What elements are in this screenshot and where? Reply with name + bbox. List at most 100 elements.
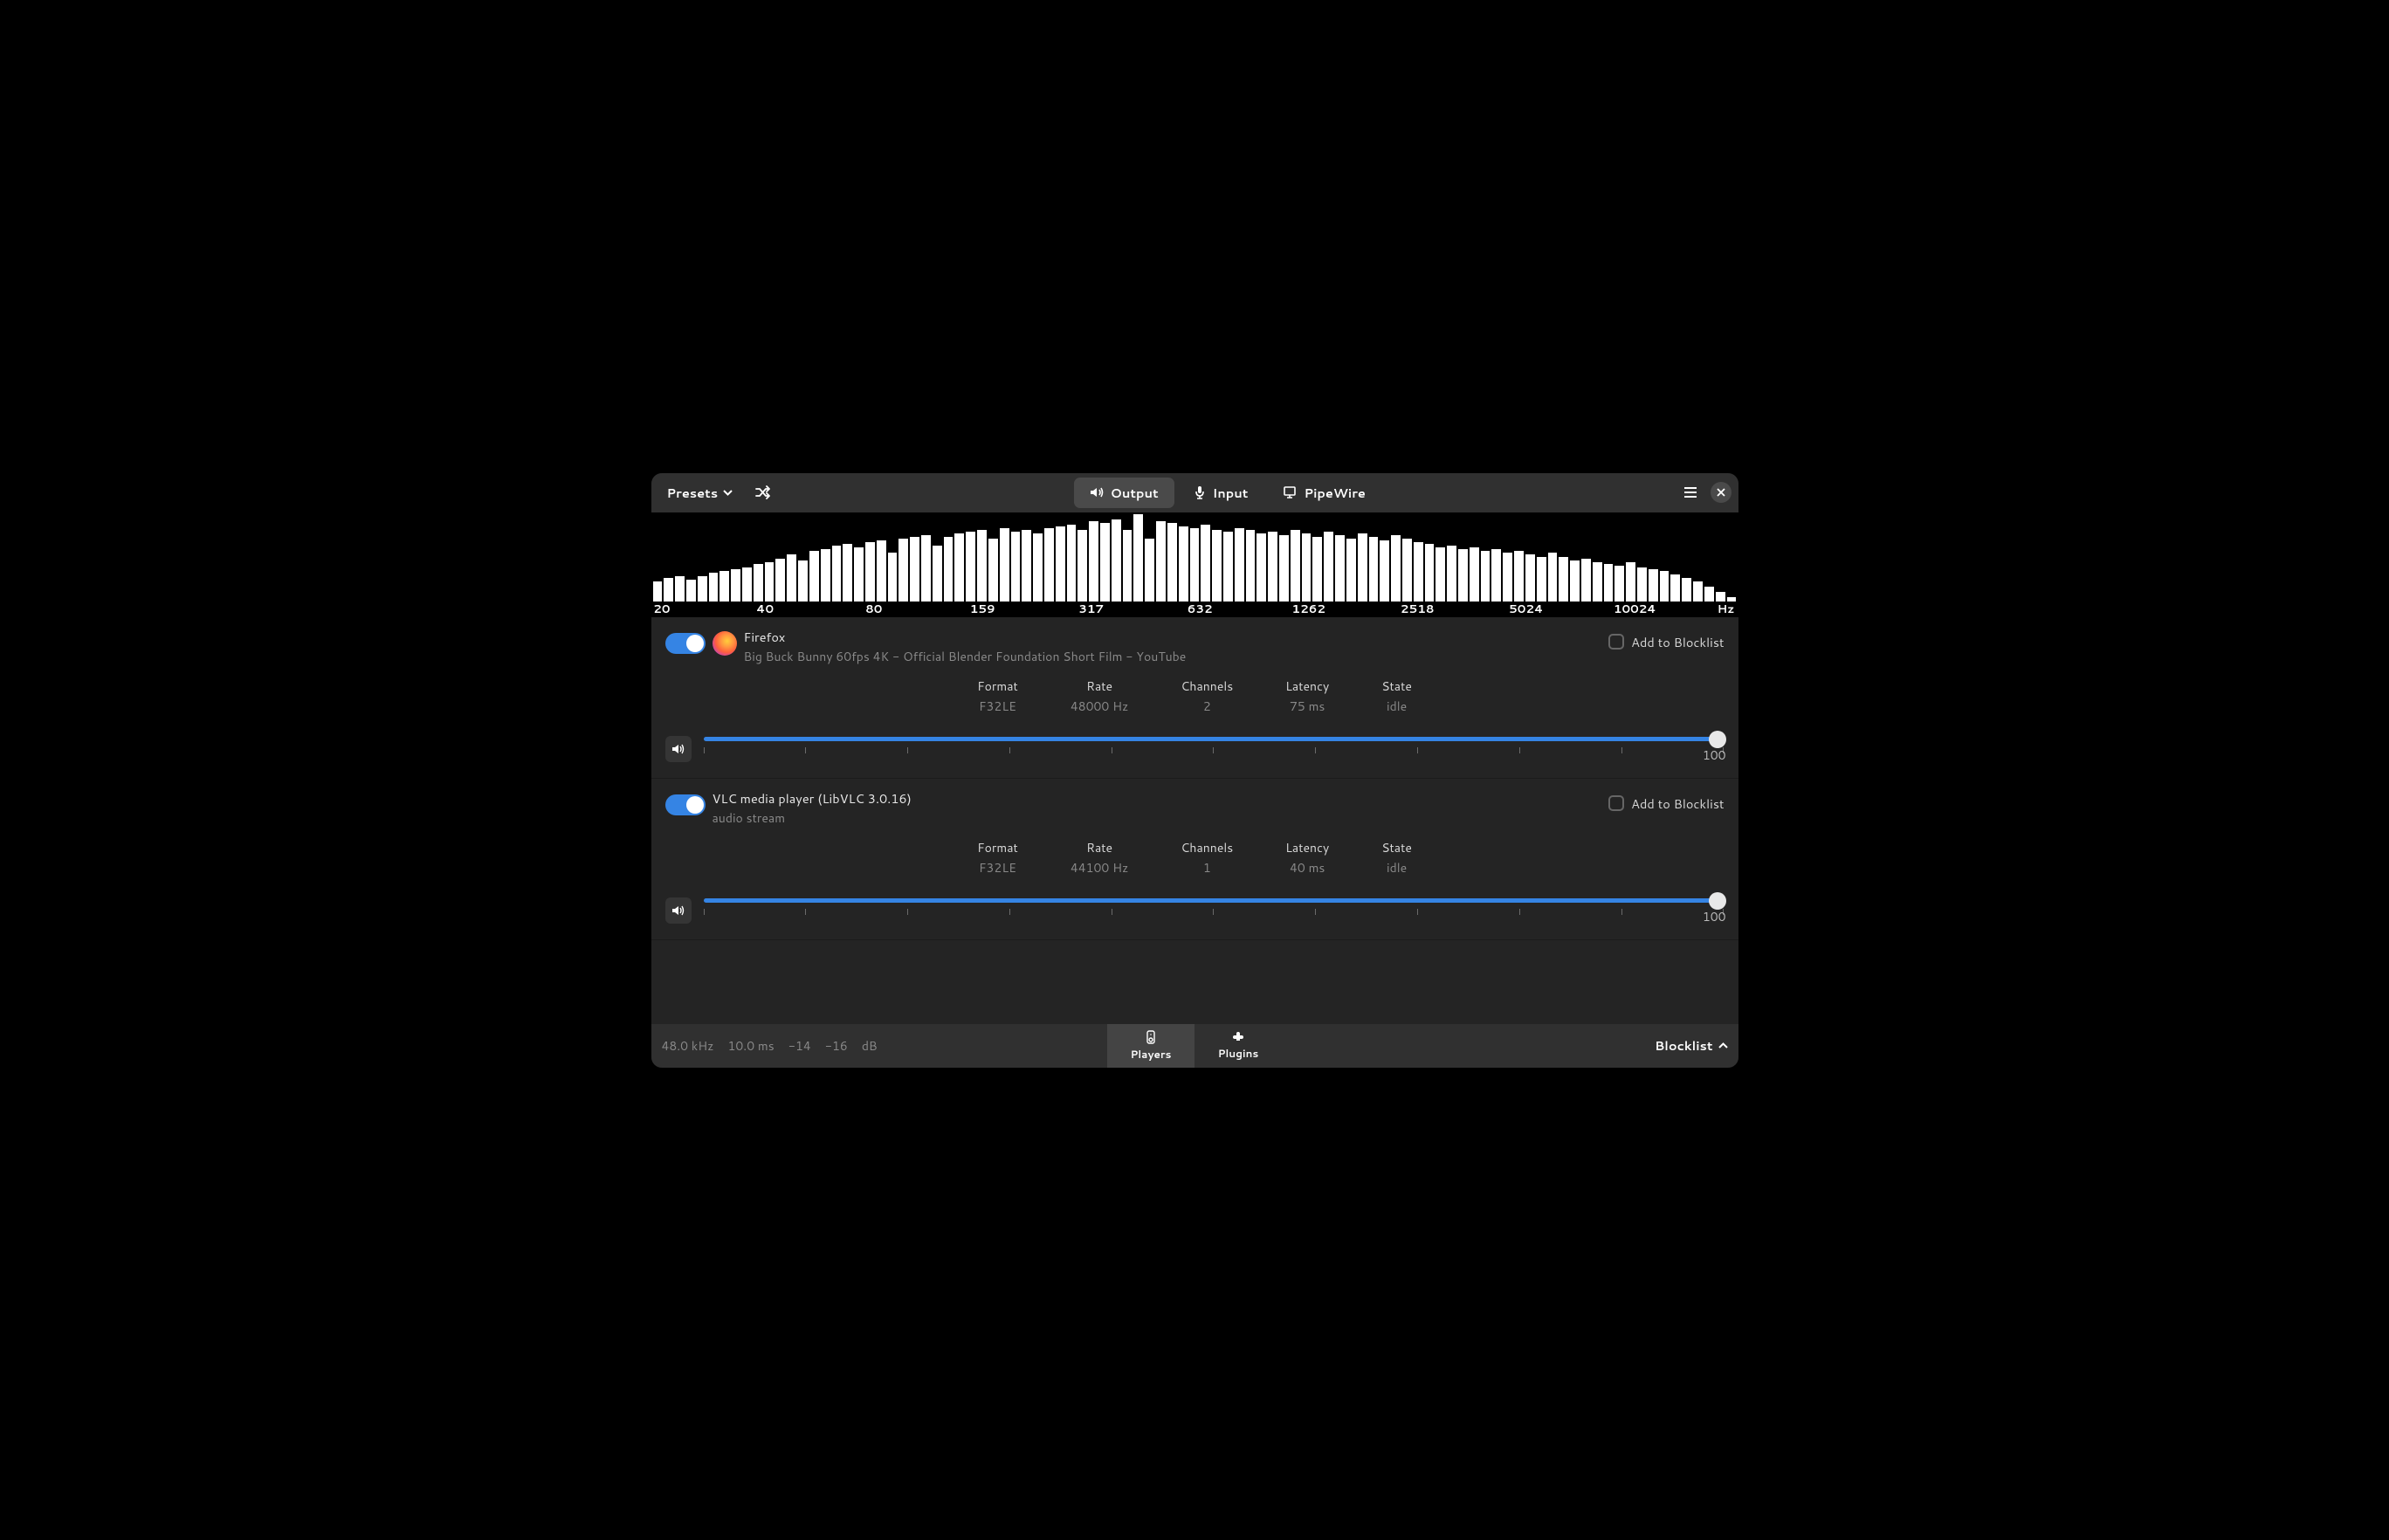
spectrum-bar: [1470, 547, 1479, 601]
spectrum-bar: [742, 567, 752, 602]
spectrum-bar: [1704, 587, 1714, 601]
spectrum-bar: [1481, 551, 1491, 601]
spectrum-bar: [888, 553, 898, 601]
players-list: Firefox Big Buck Bunny 60fps 4K - Offici…: [651, 617, 1738, 940]
spectrum-bar: [1380, 540, 1389, 601]
spectrum-bar: [1369, 537, 1379, 601]
spectrum-bar: [775, 559, 785, 602]
freq-label: 40: [756, 601, 774, 617]
volume-slider[interactable]: 100: [704, 737, 1725, 760]
blocklist-checkbox-label: Add to Blocklist: [1631, 633, 1724, 651]
presets-label: Presets: [667, 484, 719, 502]
spectrum-bar: [821, 549, 830, 601]
footer-tab-players[interactable]: Players: [1107, 1024, 1194, 1068]
spectrum-bar: [787, 554, 796, 601]
spectrum-bar: [1133, 514, 1143, 602]
spectrum-bar: [1256, 533, 1266, 602]
spectrum-bar: [854, 547, 864, 601]
player-enable-toggle[interactable]: [665, 794, 706, 815]
stat-rate-value: 48000 Hz: [1071, 698, 1129, 715]
checkbox-icon: [1608, 795, 1624, 811]
speaker-output-icon: [1090, 486, 1104, 498]
spectrum-bar: [1570, 560, 1580, 602]
spectrum-bar: [1581, 559, 1591, 602]
plugins-icon: [1232, 1031, 1244, 1043]
footer-tab-plugins[interactable]: Plugins: [1194, 1024, 1282, 1068]
spectrum-bar: [921, 535, 931, 601]
spectrum-bar: [1670, 574, 1680, 602]
volume-icon: [671, 743, 685, 755]
slider-thumb[interactable]: [1709, 892, 1726, 910]
spectrum-bar: [1559, 557, 1568, 602]
spectrum-bar: [1033, 533, 1043, 602]
freq-label: 5024: [1509, 601, 1543, 617]
player-name: VLC media player (LibVLC 3.0.16): [713, 789, 1609, 808]
add-to-blocklist-checkbox[interactable]: Add to Blocklist: [1608, 794, 1724, 813]
volume-icon: [671, 904, 685, 917]
freq-label: 80: [865, 601, 882, 617]
freq-label: 10024: [1614, 601, 1656, 617]
chevron-down-icon: [723, 490, 733, 496]
spectrum-bar: [1548, 553, 1558, 601]
spectrum-bar: [832, 546, 842, 601]
shuffle-button[interactable]: [747, 480, 780, 505]
stat-format-value: F32LE: [977, 859, 1018, 877]
presets-button[interactable]: Presets: [658, 478, 742, 507]
checkbox-icon: [1608, 634, 1624, 650]
slider-thumb[interactable]: [1709, 731, 1726, 748]
tab-output[interactable]: Output: [1074, 478, 1174, 508]
hz-label: Hz: [1718, 601, 1735, 617]
spectrum-bar: [1100, 523, 1110, 602]
tab-input[interactable]: Input: [1178, 478, 1264, 508]
blocklist-button[interactable]: Blocklist: [1655, 1036, 1727, 1055]
stat-channels-value: 2: [1181, 698, 1233, 715]
footer-bar: 48.0 kHz 10.0 ms -14 -16 dB Players Plug…: [651, 1024, 1738, 1068]
mute-button[interactable]: [665, 897, 692, 924]
spectrum-bar: [1425, 544, 1435, 601]
spectrum-bar: [1246, 530, 1256, 602]
spectrum-bar: [1291, 530, 1300, 602]
freq-label: 2518: [1401, 601, 1435, 617]
spectrum-bar: [1649, 569, 1658, 602]
spectrum-bar: [754, 564, 763, 602]
stat-latency-label: Latency: [1285, 677, 1329, 695]
spectrum-bar: [977, 530, 987, 602]
spectrum-bar: [1614, 566, 1624, 602]
spectrum-bar: [1324, 532, 1333, 602]
close-button[interactable]: [1711, 482, 1732, 503]
tab-pipewire-label: PipeWire: [1304, 484, 1365, 502]
spectrum-bar: [1693, 581, 1703, 601]
spectrum-bar: [1235, 528, 1244, 602]
stat-format-label: Format: [977, 677, 1018, 695]
spectrum-bar: [719, 571, 729, 602]
volume-slider[interactable]: 100: [704, 898, 1725, 922]
microphone-icon: [1194, 485, 1206, 499]
spectrum-bar: [910, 537, 919, 601]
spectrum-bar: [1011, 532, 1021, 602]
sample-rate: 48.0 kHz: [662, 1037, 714, 1055]
spectrum-bar: [877, 540, 886, 601]
freq-label: 20: [653, 601, 670, 617]
blocklist-checkbox-label: Add to Blocklist: [1631, 794, 1724, 813]
spectrum-bar: [1458, 549, 1468, 601]
spectrum-bar: [686, 580, 696, 601]
level-right: -16: [825, 1037, 848, 1055]
stat-format-value: F32LE: [977, 698, 1018, 715]
spectrum-bar: [731, 569, 740, 602]
tab-pipewire[interactable]: PipeWire: [1267, 478, 1380, 508]
footer-players-label: Players: [1131, 1047, 1172, 1062]
blocklist-label: Blocklist: [1655, 1036, 1712, 1055]
player-card: VLC media player (LibVLC 3.0.16) audio s…: [651, 779, 1738, 940]
add-to-blocklist-checkbox[interactable]: Add to Blocklist: [1608, 633, 1724, 651]
monitor-icon: [1283, 485, 1297, 499]
spectrum-bar: [898, 539, 908, 601]
spectrum-bar: [1402, 539, 1412, 601]
menu-button[interactable]: [1676, 478, 1705, 507]
player-enable-toggle[interactable]: [665, 633, 706, 654]
stat-rate-value: 44100 Hz: [1071, 859, 1129, 877]
spectrum-bar: [1660, 571, 1670, 602]
spectrum-bar: [1346, 539, 1356, 601]
spectrum-bar: [698, 576, 707, 602]
spectrum-bar: [1112, 519, 1121, 602]
mute-button[interactable]: [665, 736, 692, 762]
